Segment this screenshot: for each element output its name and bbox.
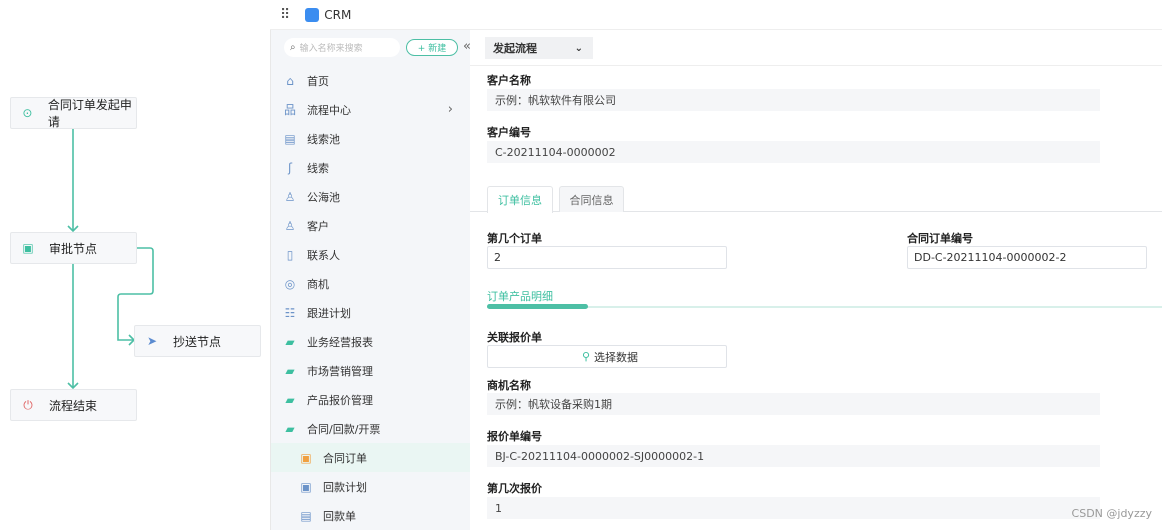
order-index-label: 第几个订单 — [487, 232, 542, 245]
sidebar-item-label: 回款计划 — [323, 480, 367, 494]
sidebar-item[interactable]: ☷ 跟进计划 — [271, 298, 471, 327]
select-icon: ⚲ — [581, 350, 591, 363]
sidebar-item-label: 流程中心 — [307, 103, 351, 117]
sidebar-item[interactable]: ▰ 市场营销管理 — [271, 356, 471, 385]
sidebar-item[interactable]: ▰ 产品报价管理 — [271, 385, 471, 414]
customer-no-label: 客户编号 — [487, 126, 531, 139]
menu-icon: ▰ — [285, 421, 295, 436]
menu-icon: 品 — [283, 103, 296, 117]
search-icon: ⌕ — [290, 42, 296, 53]
menu-icon: ♙ — [284, 218, 296, 233]
quote-no-field: BJ-C-20211104-0000002-SJ0000002-1 — [487, 445, 1100, 467]
play-circle-icon: ⊙ — [22, 106, 33, 120]
menu-icon: ▤ — [300, 508, 312, 523]
new-button[interactable]: + 新建 — [406, 39, 458, 56]
sidebar-item[interactable]: ▣ 合同订单 — [271, 443, 471, 472]
quote-times-label: 第几次报价 — [487, 482, 542, 495]
sidebar-item[interactable]: ▯ 联系人 — [271, 240, 471, 269]
sidebar-item-label: 跟进计划 — [307, 306, 351, 320]
crm-logo-icon — [305, 7, 320, 22]
sidebar-item-label: 首页 — [307, 74, 329, 88]
menu-icon: ▯ — [286, 247, 294, 262]
order-index-input[interactable]: 2 — [487, 246, 727, 269]
sidebar-item-label: 回款单 — [323, 509, 356, 523]
approve-icon: ▣ — [22, 241, 34, 255]
search-input[interactable]: ⌕ 输入名称来搜索 — [284, 38, 400, 57]
sidebar-item-label: 市场营销管理 — [307, 364, 373, 378]
menu-icon: ▰ — [285, 363, 295, 378]
top-bar: ⠿ CRM — [270, 0, 1162, 30]
section-progress-fill — [487, 304, 589, 309]
chevron-right-icon: › — [447, 102, 453, 117]
menu-icon: ▣ — [300, 479, 312, 494]
app-grid-icon[interactable]: ⠿ — [280, 7, 290, 23]
menu-icon: ▰ — [285, 334, 295, 349]
sidebar-item-label: 线索 — [307, 161, 329, 175]
menu-icon: ▰ — [285, 392, 295, 407]
chevron-down-icon: ⌄ — [574, 42, 583, 54]
customer-name-field: 示例：帆软软件有限公司 — [487, 89, 1100, 111]
sidebar-item-label: 合同/回款/开票 — [307, 422, 381, 436]
opportunity-field: 示例：帆软设备采购1期 — [487, 393, 1100, 415]
menu-icon: ♙ — [284, 189, 296, 204]
quote-label: 关联报价单 — [487, 331, 542, 344]
sidebar-item-label: 商机 — [307, 277, 329, 291]
sidebar-item[interactable]: ʃ 线索 — [271, 153, 471, 182]
sidebar-item[interactable]: ◎ 商机 — [271, 269, 471, 298]
tab-order-info[interactable]: 订单信息 — [487, 186, 553, 213]
menu-icon: ▣ — [300, 450, 312, 465]
quote-no-label: 报价单编号 — [487, 430, 542, 443]
watermark: CSDN @jdyzzy — [1071, 507, 1152, 520]
flow-node-cc[interactable]: ➤ 抄送节点 — [134, 325, 261, 357]
customer-no-field: C-20211104-0000002 — [487, 141, 1100, 163]
sidebar-item[interactable]: ⌂ 首页 — [271, 66, 471, 95]
form-panel: 发起流程 ⌄ 客户名称 示例：帆软软件有限公司 客户编号 C-20211104-0… — [470, 30, 1162, 530]
section-title: 订单产品明细 — [487, 290, 553, 303]
flow-node-end[interactable]: ⏻ 流程结束 — [10, 389, 137, 421]
sidebar-item[interactable]: ♙ 公海池 — [271, 182, 471, 211]
menu-icon: ▤ — [284, 131, 296, 146]
sidebar-item-label: 产品报价管理 — [307, 393, 373, 407]
menu-icon: ʃ — [287, 160, 293, 175]
contract-order-no-input[interactable]: DD-C-20211104-0000002-2 — [907, 246, 1147, 269]
menu-icon: ◎ — [284, 276, 296, 291]
power-icon: ⏻ — [23, 397, 33, 412]
sidebar-item-label: 客户 — [307, 219, 329, 233]
sidebar-item[interactable]: ▰ 合同/回款/开票 — [271, 414, 471, 443]
menu-icon: ☷ — [284, 305, 296, 320]
section-progress-track — [487, 306, 1162, 308]
start-flow-dropdown[interactable]: 发起流程 ⌄ — [485, 37, 593, 59]
sidebar-item-label: 合同订单 — [323, 451, 367, 465]
tab-contract-info[interactable]: 合同信息 — [559, 186, 624, 212]
sidebar-item[interactable]: ♙ 客户 — [271, 211, 471, 240]
flow-connectors — [67, 128, 154, 390]
quote-times-field: 1 — [487, 497, 1100, 519]
flow-canvas: ⊙ 合同订单发起申请 ▣ 审批节点 ➤ 抄送节点 ⏻ 流程结束 — [0, 0, 270, 530]
app-name: CRM — [324, 7, 352, 22]
sidebar-item[interactable]: ▰ 业务经营报表 — [271, 327, 471, 356]
select-data-button[interactable]: ⚲ 选择数据 — [487, 345, 727, 368]
divider — [470, 65, 1162, 66]
sidebar-item-label: 线索池 — [307, 132, 340, 146]
contract-order-no-label: 合同订单编号 — [907, 232, 973, 245]
opportunity-label: 商机名称 — [487, 379, 531, 392]
flow-node-approve[interactable]: ▣ 审批节点 — [10, 232, 137, 264]
sidebar-item-label: 公海池 — [307, 190, 340, 204]
sidebar-item-label: 业务经营报表 — [307, 335, 373, 349]
sidebar-item[interactable]: ▣ 回款计划 — [271, 472, 471, 501]
sidebar-item[interactable]: ▤ 回款单 — [271, 501, 471, 530]
flow-node-start[interactable]: ⊙ 合同订单发起申请 — [10, 97, 137, 129]
send-icon: ➤ — [146, 334, 158, 348]
sidebar: ⌕ 输入名称来搜索 + 新建 « ⌂ 首页品流程中心 › ▤ 线索池 ʃ 线索 ♙ 公海池 ♙ 客户… — [270, 30, 471, 530]
menu-icon: ⌂ — [286, 73, 294, 88]
customer-name-label: 客户名称 — [487, 74, 531, 87]
sidebar-item[interactable]: ▤ 线索池 — [271, 124, 471, 153]
sidebar-item[interactable]: 品流程中心 › — [271, 95, 471, 124]
sidebar-item-label: 联系人 — [307, 248, 340, 262]
